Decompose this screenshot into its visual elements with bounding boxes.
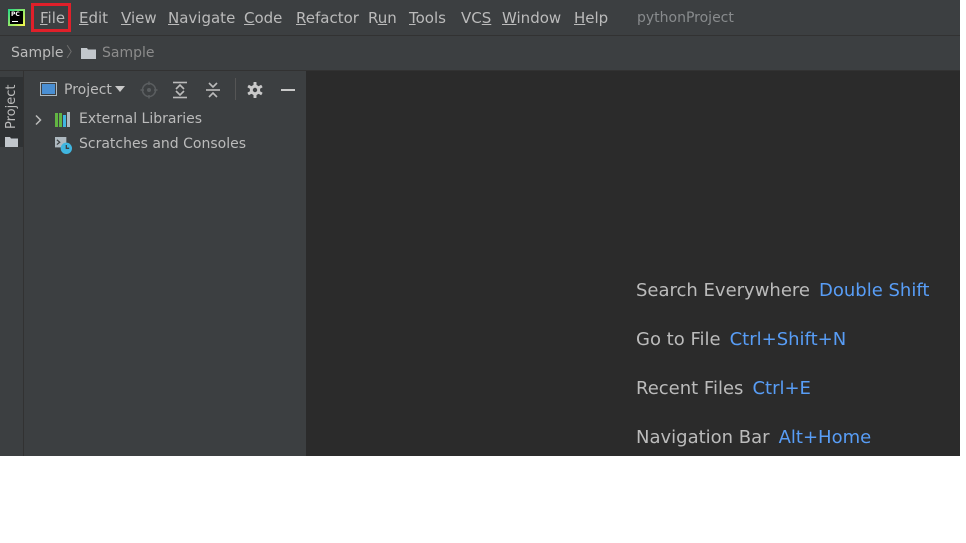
menu-code[interactable]: Code — [244, 0, 282, 36]
pycharm-logo-icon: PC — [8, 9, 25, 26]
tree-item-external-libraries[interactable]: External Libraries — [24, 107, 306, 132]
hint-go-to-file: Go to File Ctrl+Shift+N — [636, 325, 846, 355]
ide-window: PC File Edit View Navigate Code Refactor… — [0, 0, 960, 456]
tree-item-label: Scratches and Consoles — [79, 136, 246, 152]
collapse-all-icon[interactable] — [204, 81, 222, 99]
menu-run[interactable]: Run — [368, 0, 397, 36]
project-tool-window-tab[interactable]: Project — [0, 77, 23, 147]
tree-item-label: External Libraries — [79, 111, 202, 127]
project-panel: Project External Libraries Scratches and… — [24, 71, 306, 456]
menu-vcs[interactable]: VCS — [461, 0, 491, 36]
breadcrumb-project[interactable]: Sample — [11, 36, 64, 71]
menu-help[interactable]: Help — [574, 0, 608, 36]
menu-refactor[interactable]: Refactor — [296, 0, 359, 36]
hint-shortcut: Alt+Home — [778, 427, 872, 448]
hide-panel-icon[interactable] — [279, 81, 297, 99]
dropdown-arrow-icon[interactable] — [114, 84, 126, 94]
project-view-dropdown[interactable]: Project — [64, 71, 112, 109]
app-logo-text: PC — [11, 11, 20, 18]
hint-navigation-bar: Navigation Bar Alt+Home — [636, 423, 871, 453]
hint-recent-files: Recent Files Ctrl+E — [636, 374, 811, 404]
file-menu-highlight-box — [31, 3, 71, 32]
hint-action: Go to File — [636, 329, 721, 350]
hint-action: Search Everywhere — [636, 280, 810, 301]
folder-icon — [81, 48, 96, 59]
hint-action: Recent Files — [636, 378, 744, 399]
menu-tools[interactable]: Tools — [409, 0, 446, 36]
library-icon — [55, 112, 70, 127]
hint-search-everywhere: Search Everywhere Double Shift — [636, 276, 929, 306]
hint-shortcut: Ctrl+Shift+N — [729, 329, 847, 350]
editor-area: Search Everywhere Double Shift Go to File… — [306, 71, 960, 456]
tree-item-scratches-and-consoles[interactable]: Scratches and Consoles — [24, 132, 306, 157]
window-title: pythonProject — [637, 10, 734, 26]
project-panel-header: Project — [24, 71, 306, 109]
scratches-icon — [55, 137, 72, 154]
hint-shortcut: Ctrl+E — [752, 378, 811, 399]
project-tab-label: Project — [4, 84, 19, 129]
menu-window[interactable]: Window — [502, 0, 561, 36]
menu-view[interactable]: View — [121, 0, 157, 36]
expand-all-icon[interactable] — [171, 81, 189, 99]
toolbar-separator — [235, 78, 236, 100]
folder-icon — [5, 137, 18, 147]
left-tool-strip: Project — [0, 71, 24, 456]
menu-edit[interactable]: Edit — [79, 0, 108, 36]
navigation-bar: Sample 〉 Sample — [0, 36, 960, 71]
locate-icon[interactable] — [140, 81, 158, 99]
hint-shortcut: Double Shift — [819, 280, 930, 301]
breadcrumb-separator: 〉 — [66, 45, 80, 61]
gear-icon[interactable] — [246, 81, 264, 99]
breadcrumb-folder[interactable]: Sample — [102, 36, 155, 71]
menu-bar: PC File Edit View Navigate Code Refactor… — [0, 0, 960, 36]
menu-navigate[interactable]: Navigate — [168, 0, 235, 36]
project-view-icon — [40, 82, 57, 96]
hint-action: Navigation Bar — [636, 427, 770, 448]
chevron-right-icon[interactable] — [33, 114, 43, 126]
